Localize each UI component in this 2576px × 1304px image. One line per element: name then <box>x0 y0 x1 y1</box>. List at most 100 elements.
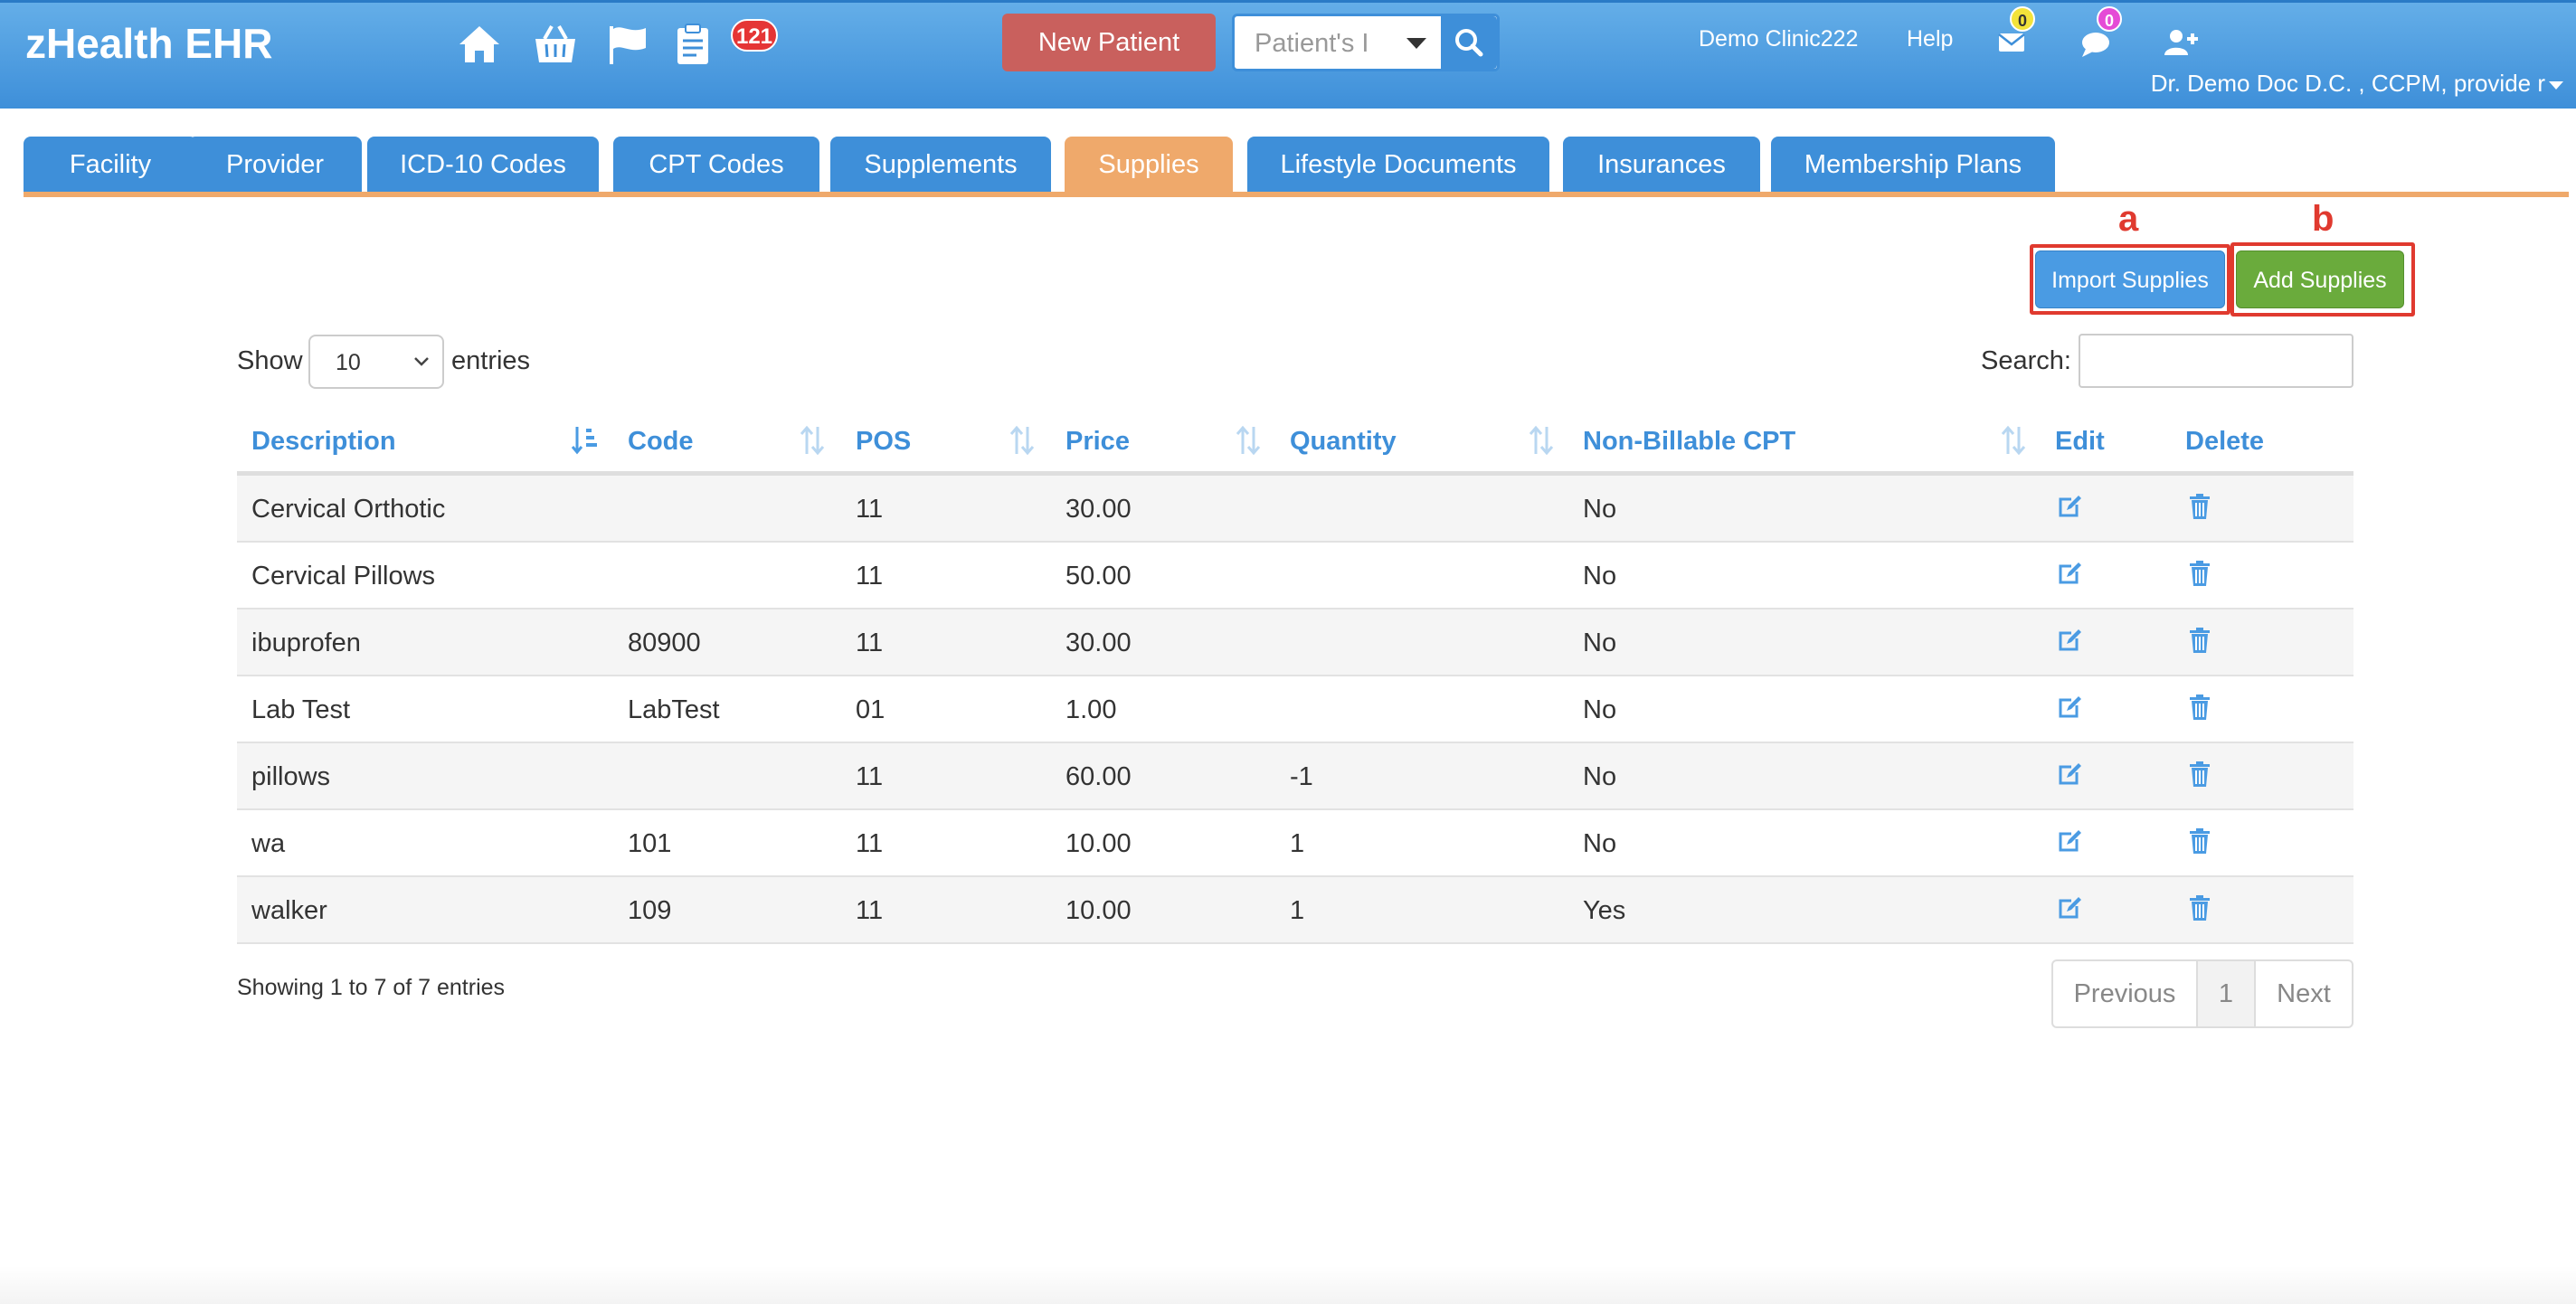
cell-quantity: 1 <box>1290 896 1305 925</box>
trash-icon[interactable] <box>2185 693 2214 722</box>
show-label: Show <box>237 346 303 375</box>
sort-icon[interactable] <box>1527 423 1556 458</box>
entries-label: entries <box>451 346 531 375</box>
trash-icon[interactable] <box>2185 760 2214 789</box>
trash-icon[interactable] <box>2185 626 2214 655</box>
cell-description: pillows <box>251 762 331 791</box>
table-row: wa 101 11 10.00 1 No <box>237 810 2353 877</box>
edit-icon[interactable] <box>2055 693 2084 722</box>
import-supplies-button[interactable]: Import Supplies <box>2035 250 2225 308</box>
pagination: Previous 1 Next <box>2051 959 2353 1028</box>
edit-icon[interactable] <box>2055 827 2084 855</box>
cell-non-billable-cpt: No <box>1583 762 1617 791</box>
chat-count-badge: 0 <box>2097 6 2122 32</box>
cell-description: walker <box>251 896 327 925</box>
trash-icon[interactable] <box>2185 827 2214 855</box>
cell-pos: 11 <box>856 896 884 925</box>
column-header-quantity[interactable]: Quantity <box>1290 427 1397 457</box>
cell-pos: 11 <box>856 562 884 591</box>
annotation-label-b: b <box>2312 199 2334 239</box>
table-info: Showing 1 to 7 of 7 entries <box>237 975 506 1000</box>
caret-down-icon[interactable] <box>1406 38 1426 49</box>
sort-icon[interactable] <box>1008 423 1037 458</box>
chevron-down-icon <box>414 357 429 366</box>
mail-count-badge: 0 <box>2010 6 2035 32</box>
cell-pos: 01 <box>856 695 886 724</box>
cell-code: 101 <box>628 829 672 858</box>
trash-icon[interactable] <box>2185 893 2214 922</box>
table-row: Cervical Orthotic 11 30.00 No <box>237 476 2353 543</box>
table-row: Cervical Pillows 11 50.00 No <box>237 543 2353 609</box>
sort-icon[interactable] <box>1999 423 2028 458</box>
page-length-select[interactable]: 10 <box>308 335 444 389</box>
trash-icon[interactable] <box>2185 492 2214 521</box>
trash-icon[interactable] <box>2185 559 2214 588</box>
cell-price: 30.00 <box>1065 628 1132 657</box>
app-brand[interactable]: zHealth EHR <box>25 19 272 68</box>
add-user-icon[interactable] <box>2162 24 2200 61</box>
table-row: ibuprofen 80900 11 30.00 No <box>237 609 2353 676</box>
patient-search-button[interactable] <box>1441 16 1497 69</box>
help-link[interactable]: Help <box>1907 26 1953 52</box>
sort-ascending-icon[interactable] <box>570 423 599 458</box>
annotation-label-a: a <box>2118 199 2139 239</box>
column-header-price[interactable]: Price <box>1065 427 1130 457</box>
home-icon[interactable] <box>456 21 503 68</box>
tab-supplements[interactable]: Supplements <box>830 137 1051 193</box>
previous-page-button[interactable]: Previous <box>2053 961 2196 1026</box>
edit-icon[interactable] <box>2055 893 2084 922</box>
tab-cpt-codes[interactable]: CPT Codes <box>613 137 819 193</box>
cell-description: Cervical Orthotic <box>251 495 446 524</box>
column-header-description[interactable]: Description <box>251 427 396 457</box>
tab-provider[interactable]: Provider <box>188 137 362 193</box>
search-label: Search: <box>1981 346 2071 375</box>
tab-lifestyle-documents[interactable]: Lifestyle Documents <box>1247 137 1549 193</box>
sort-icon[interactable] <box>1234 423 1263 458</box>
caret-down-icon <box>2549 80 2563 90</box>
table-row: pillows 11 60.00 -1 No <box>237 743 2353 810</box>
table-search-input[interactable] <box>2079 334 2353 388</box>
user-name: Dr. Demo Doc D.C. , CCPM, provide r <box>2150 70 2545 97</box>
table-body: Cervical Orthotic 11 30.00 No Cervical Pillo… <box>237 476 2353 944</box>
cell-price: 10.00 <box>1065 896 1132 925</box>
edit-icon[interactable] <box>2055 559 2084 588</box>
column-header-edit: Edit <box>2055 427 2105 456</box>
sort-icon[interactable] <box>798 423 827 458</box>
cell-description: Lab Test <box>251 695 351 724</box>
page-1-button[interactable]: 1 <box>2196 961 2256 1026</box>
cell-non-billable-cpt: No <box>1583 495 1617 524</box>
table-row: walker 109 11 10.00 1 Yes <box>237 877 2353 944</box>
tab-membership-plans[interactable]: Membership Plans <box>1771 137 2055 193</box>
cell-non-billable-cpt: No <box>1583 562 1617 591</box>
page-bottom <box>0 1266 2576 1304</box>
tab-supplies[interactable]: Supplies <box>1065 137 1233 193</box>
tab-facility[interactable]: Facility <box>24 137 197 193</box>
new-patient-button[interactable]: New Patient <box>1002 14 1216 71</box>
cell-code: 109 <box>628 896 672 925</box>
column-header-pos[interactable]: POS <box>856 427 911 457</box>
cell-price: 50.00 <box>1065 562 1132 591</box>
user-menu[interactable]: Dr. Demo Doc D.C. , CCPM, provide r <box>2151 70 2563 98</box>
next-page-button[interactable]: Next <box>2256 961 2352 1026</box>
supplies-table: Description Code POS Price Quantity Non-… <box>237 412 2353 944</box>
patient-search[interactable]: Patient's I <box>1232 14 1500 71</box>
cell-pos: 11 <box>856 762 884 791</box>
clipboard-icon[interactable] <box>669 21 716 68</box>
cell-pos: 11 <box>856 628 884 657</box>
column-header-code[interactable]: Code <box>628 427 694 457</box>
edit-icon[interactable] <box>2055 492 2084 521</box>
column-header-non-billable-cpt[interactable]: Non-Billable CPT <box>1583 427 1795 457</box>
tab-underline <box>24 192 2569 197</box>
cell-price: 60.00 <box>1065 762 1132 791</box>
tab-insurances[interactable]: Insurances <box>1563 137 1760 193</box>
clinic-link[interactable]: Demo Clinic222 <box>1699 26 1858 52</box>
cell-price: 30.00 <box>1065 495 1132 524</box>
tab-icd10-codes[interactable]: ICD-10 Codes <box>367 137 599 193</box>
flag-icon[interactable] <box>604 21 651 68</box>
edit-icon[interactable] <box>2055 760 2084 789</box>
basket-icon[interactable] <box>532 21 579 68</box>
edit-icon[interactable] <box>2055 626 2084 655</box>
patient-search-input[interactable]: Patient's I <box>1255 29 1368 59</box>
add-supplies-button[interactable]: Add Supplies <box>2236 250 2404 308</box>
cell-non-billable-cpt: No <box>1583 695 1617 724</box>
